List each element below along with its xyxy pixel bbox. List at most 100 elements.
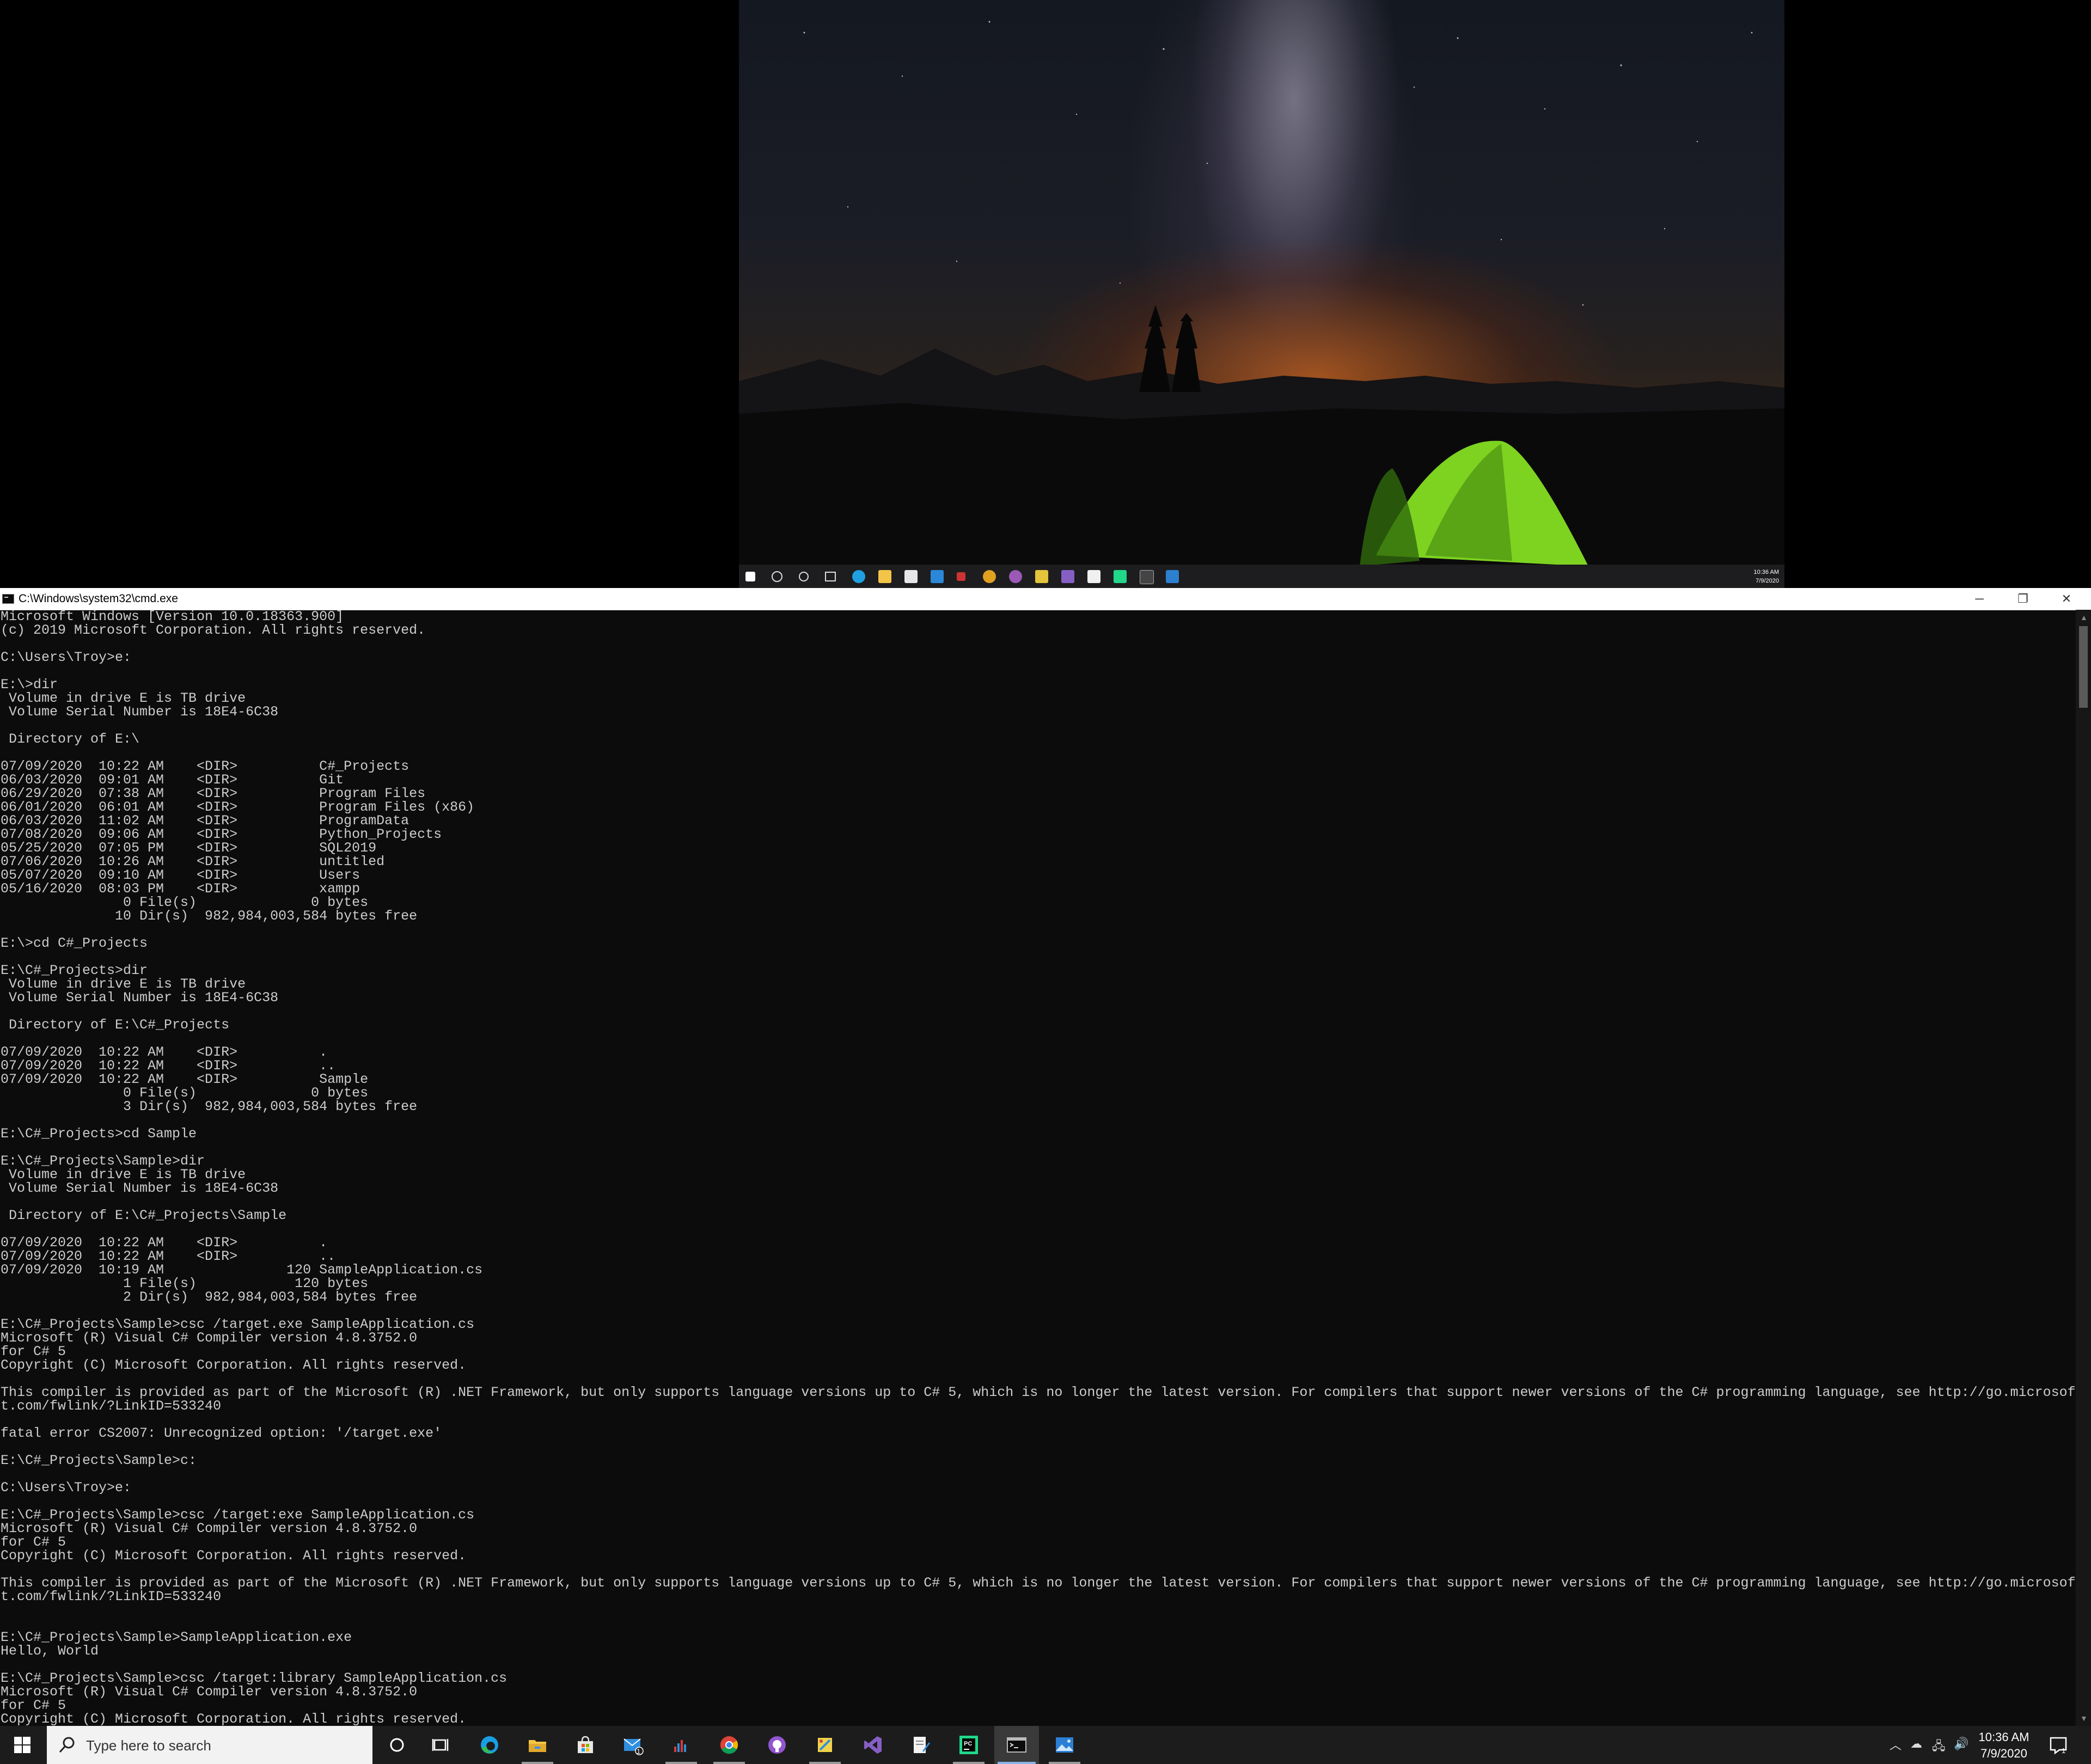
start-button[interactable] bbox=[0, 1726, 45, 1764]
taskbar-file-explorer[interactable] bbox=[515, 1726, 560, 1764]
cortana-icon[interactable] bbox=[799, 572, 809, 581]
console-line: Hello, World bbox=[1, 1643, 99, 1659]
secondary-clock-time: 10:36 AM bbox=[1753, 569, 1779, 575]
volume-icon[interactable]: 🔊 bbox=[1954, 1737, 1968, 1751]
cmd-icon[interactable] bbox=[1140, 570, 1154, 584]
console-line: E:\C#_Projects\Sample>csc /target:exe Sa… bbox=[1, 1507, 475, 1523]
taskbar-github-desktop[interactable] bbox=[755, 1726, 799, 1764]
console-line: for C# 5 bbox=[1, 1344, 66, 1359]
task-view-icon[interactable] bbox=[825, 572, 836, 581]
task-view-icon bbox=[432, 1739, 449, 1751]
scroll-down-arrow-icon[interactable]: ▼ bbox=[2080, 1714, 2088, 1723]
chrome-icon[interactable] bbox=[983, 570, 996, 583]
svg-text:PC: PC bbox=[964, 1741, 972, 1747]
minimize-button[interactable]: ─ bbox=[1958, 588, 2001, 610]
taskbar-edge[interactable] bbox=[467, 1726, 512, 1764]
github-desktop-icon bbox=[768, 1736, 786, 1754]
taskbar-chrome[interactable] bbox=[707, 1726, 751, 1764]
notepad-icon bbox=[914, 1737, 930, 1753]
console-line: 05/25/2020 07:05 PM <DIR> SQL2019 bbox=[1, 840, 377, 856]
console-line: E:\C#_Projects\Sample>SampleApplication.… bbox=[1, 1630, 352, 1645]
console-line: E:\C#_Projects\Sample>dir bbox=[1, 1153, 205, 1169]
paint-icon[interactable] bbox=[1035, 570, 1048, 583]
action-center-button[interactable]: 1 bbox=[2047, 1735, 2069, 1756]
task-view-button[interactable] bbox=[419, 1726, 464, 1764]
scrollbar-thumb[interactable] bbox=[2079, 626, 2088, 708]
mail-icon[interactable] bbox=[931, 570, 944, 583]
cmd-app-icon[interactable] bbox=[2, 594, 14, 604]
console-line: E:\C#_Projects\Sample>c: bbox=[1, 1453, 197, 1468]
show-hidden-icons-chevron-icon[interactable]: ︿ bbox=[1890, 1736, 1902, 1753]
windows-logo-icon bbox=[14, 1737, 30, 1753]
photos-icon bbox=[1056, 1737, 1073, 1753]
search-icon[interactable] bbox=[772, 571, 782, 582]
console-line: 10 Dir(s) 982,984,003,584 bytes free bbox=[1, 908, 418, 924]
photos-icon[interactable] bbox=[1166, 570, 1179, 583]
notepad-icon[interactable] bbox=[1087, 570, 1100, 583]
taskbar-clock[interactable]: 10:36 AM 7/9/2020 bbox=[1971, 1729, 2037, 1762]
console-line: E:\>cd C#_Projects bbox=[1, 935, 148, 951]
pycharm-icon: PC bbox=[959, 1736, 978, 1754]
console-line: E:\C#_Projects>cd Sample bbox=[1, 1126, 197, 1142]
store-icon[interactable] bbox=[904, 570, 918, 583]
taskbar-search-box[interactable]: Type here to search bbox=[47, 1726, 372, 1764]
cmd-icon bbox=[1007, 1737, 1026, 1753]
console-line: Volume in drive E is TB drive bbox=[1, 690, 246, 706]
console-line: E:\C#_Projects>dir bbox=[1, 963, 148, 978]
taskbar-perfmon[interactable] bbox=[659, 1726, 704, 1764]
perfmon-icon[interactable] bbox=[957, 572, 965, 581]
close-button[interactable]: ✕ bbox=[2045, 588, 2088, 610]
search-placeholder: Type here to search bbox=[86, 1737, 211, 1754]
cortana-button[interactable] bbox=[375, 1726, 419, 1764]
console-line: This compiler is provided as part of the… bbox=[1, 1575, 2076, 1591]
console-line: 05/16/2020 08:03 PM <DIR> xampp bbox=[1, 881, 360, 897]
console-line: Volume in drive E is TB drive bbox=[1, 1167, 246, 1183]
vertical-scrollbar[interactable]: ▲ ▼ bbox=[2076, 610, 2091, 1726]
console-line: Volume Serial Number is 18E4-6C38 bbox=[1, 1180, 279, 1196]
console-line: Copyright (C) Microsoft Corporation. All… bbox=[1, 1711, 467, 1726]
console-line: (c) 2019 Microsoft Corporation. All righ… bbox=[1, 622, 426, 638]
chrome-icon bbox=[720, 1736, 738, 1754]
console-line: for C# 5 bbox=[1, 1698, 66, 1713]
taskbar-pycharm[interactable]: PC bbox=[946, 1726, 991, 1764]
cortana-icon bbox=[390, 1738, 404, 1752]
console-line: C:\Users\Troy>e: bbox=[1, 650, 132, 665]
taskbar-store[interactable] bbox=[563, 1726, 608, 1764]
pycharm-icon[interactable] bbox=[1114, 570, 1127, 583]
window-titlebar[interactable]: C:\Windows\system32\cmd.exe ─ ❐ ✕ bbox=[0, 588, 2091, 610]
file-explorer-icon[interactable] bbox=[878, 570, 891, 583]
taskbar-paint[interactable] bbox=[803, 1726, 847, 1764]
secondary-clock[interactable]: 10:36 AM 7/9/2020 bbox=[1754, 568, 1779, 585]
console-line: for C# 5 bbox=[1, 1534, 66, 1550]
taskbar-mail[interactable]: 1 bbox=[611, 1726, 656, 1764]
network-icon[interactable]: 🖧 bbox=[1932, 1737, 1946, 1757]
console-output[interactable]: Microsoft Windows [Version 10.0.18363.90… bbox=[0, 610, 2076, 1726]
onedrive-icon[interactable]: ☁ bbox=[1910, 1737, 1922, 1751]
window-title: C:\Windows\system32\cmd.exe bbox=[19, 592, 178, 605]
paint-icon bbox=[818, 1738, 832, 1752]
taskbar-photos[interactable] bbox=[1042, 1726, 1087, 1764]
windows-logo-icon[interactable] bbox=[745, 572, 755, 581]
restore-button[interactable]: ❐ bbox=[2001, 588, 2045, 610]
secondary-taskbar: 10:36 AM 7/9/2020 bbox=[739, 565, 1784, 588]
scroll-up-arrow-icon[interactable]: ▲ bbox=[2080, 613, 2088, 622]
top-monitor: 10:36 AM 7/9/2020 bbox=[0, 0, 2091, 588]
console-line: 0 File(s) 0 bytes bbox=[1, 895, 369, 910]
taskbar-notepad[interactable] bbox=[898, 1726, 943, 1764]
github-desktop-icon[interactable] bbox=[1009, 570, 1022, 583]
cmd-window[interactable]: C:\Windows\system32\cmd.exe ─ ❐ ✕ Micros… bbox=[0, 588, 2091, 1726]
edge-icon[interactable] bbox=[852, 570, 865, 583]
taskbar-visual-studio[interactable] bbox=[851, 1726, 895, 1764]
mail-badge: 1 bbox=[637, 1747, 641, 1755]
taskbar-cmd[interactable] bbox=[994, 1726, 1039, 1764]
visual-studio-icon[interactable] bbox=[1061, 570, 1074, 583]
